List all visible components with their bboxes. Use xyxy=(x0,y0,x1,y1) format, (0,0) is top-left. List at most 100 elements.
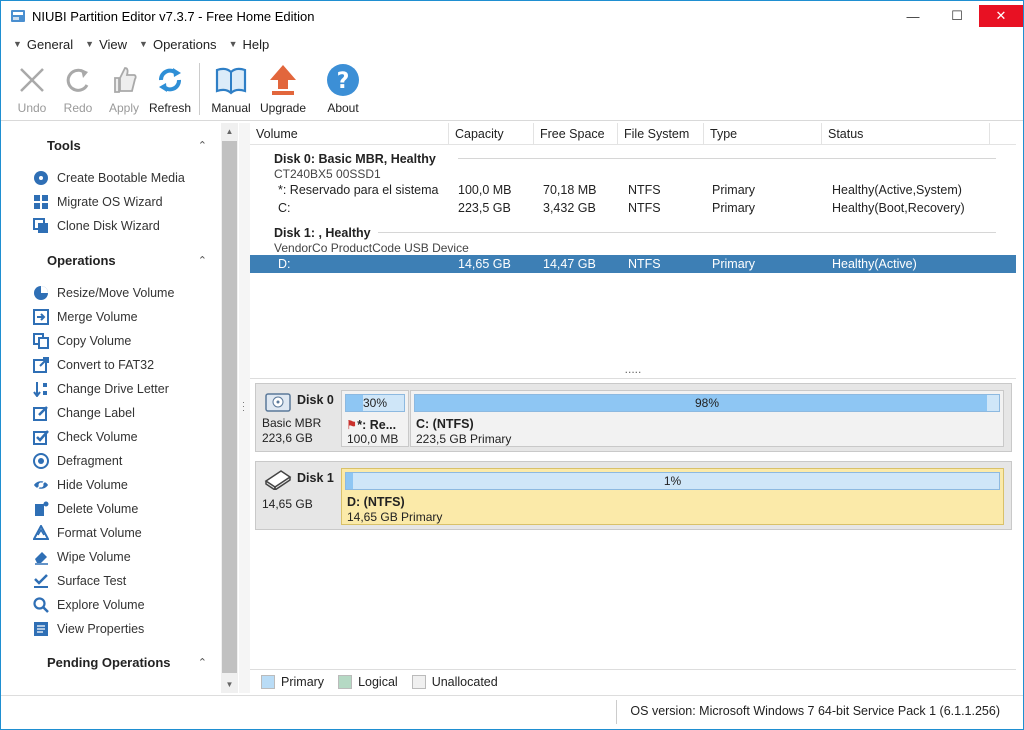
cell-type: Primary xyxy=(712,183,756,197)
table-row-selected[interactable]: D: 14,65 GB 14,47 GB NTFS Primary Health… xyxy=(250,255,1016,273)
copy-icon xyxy=(33,333,49,349)
sidebar-item-label: Create Bootable Media xyxy=(57,171,185,185)
resize-handle[interactable]: ..... xyxy=(250,363,1016,379)
cell-status: Healthy(Boot,Recovery) xyxy=(832,201,965,215)
disk-group-row[interactable]: Disk 1: , Healthy VendorCo ProductCode U… xyxy=(250,221,1016,255)
sidebar-item-change-label[interactable]: Change Label xyxy=(33,403,135,423)
scrollbar-thumb[interactable] xyxy=(222,141,237,673)
table-row[interactable]: *: Reservado para el sistema 100,0 MB 70… xyxy=(250,181,1016,199)
operations-section-header[interactable]: Operations ⌃ xyxy=(9,248,221,272)
column-volume[interactable]: Volume xyxy=(250,123,449,145)
sidebar-item-wipe-volume[interactable]: Wipe Volume xyxy=(33,547,131,567)
partition-size: 14,65 GB Primary xyxy=(347,510,443,524)
apply-button[interactable]: Apply xyxy=(101,57,147,115)
sidebar-item-label: Check Volume xyxy=(57,430,138,444)
sidebar-item-delete-volume[interactable]: Delete Volume xyxy=(33,499,138,519)
tools-section-header[interactable]: Tools ⌃ xyxy=(9,133,221,157)
sidebar-item-resize-move-volume[interactable]: Resize/Move Volume xyxy=(33,283,174,303)
pane-splitter[interactable]: · · · xyxy=(239,123,250,693)
sidebar-item-convert-to-fat32[interactable]: Convert to FAT32 xyxy=(33,355,154,375)
minimize-button[interactable]: — xyxy=(891,1,935,31)
sidebar-item-change-drive-letter[interactable]: Change Drive Letter xyxy=(33,379,169,399)
sidebar-item-label: Change Label xyxy=(57,406,135,420)
menu-general[interactable]: ▼ General xyxy=(13,37,73,52)
sidebar-item-merge-volume[interactable]: Merge Volume xyxy=(33,307,138,327)
properties-icon xyxy=(33,621,49,637)
menu-help[interactable]: ▼ Help xyxy=(229,37,270,52)
partition-size: 223,5 GB Primary xyxy=(416,432,512,446)
refresh-label: Refresh xyxy=(148,101,192,115)
usage-percent: 30% xyxy=(362,396,388,410)
about-button[interactable]: ? About xyxy=(320,57,366,115)
sidebar-item-format-volume[interactable]: Format Volume xyxy=(33,523,142,543)
disc-icon xyxy=(33,170,49,186)
column-type[interactable]: Type xyxy=(704,123,822,145)
book-icon xyxy=(213,62,249,98)
tools-header: Tools xyxy=(47,137,81,153)
menu-view[interactable]: ▼ View xyxy=(85,37,127,52)
partition-name-text: *: Re... xyxy=(357,418,397,432)
sidebar-item-check-volume[interactable]: Check Volume xyxy=(33,427,138,447)
surface-test-icon xyxy=(33,573,49,589)
cell-type: Primary xyxy=(712,257,756,271)
upgrade-button[interactable]: Upgrade xyxy=(254,57,312,115)
usage-bar: 1% xyxy=(345,472,1000,490)
column-status[interactable]: Status xyxy=(822,123,990,145)
sidebar-item-label: Change Drive Letter xyxy=(57,382,169,396)
table-row[interactable]: C: 223,5 GB 3,432 GB NTFS Primary Health… xyxy=(250,199,1016,217)
close-button[interactable]: ✕ xyxy=(979,5,1023,27)
sidebar-scrollbar[interactable]: ▲ ▼ xyxy=(221,123,238,693)
disk-card-0[interactable]: Disk 0 Basic MBR 223,6 GB 30% ⚑*: Re... … xyxy=(255,383,1012,452)
legend: Primary Logical Unallocated xyxy=(250,669,1016,693)
defrag-icon xyxy=(33,453,49,469)
app-icon xyxy=(11,10,25,22)
window-title: NIUBI Partition Editor v7.3.7 - Free Hom… xyxy=(32,8,315,24)
partition-block-d[interactable]: 1% D: (NTFS) 14,65 GB Primary xyxy=(341,468,1004,525)
partition-size: 100,0 MB xyxy=(347,432,399,446)
manual-button[interactable]: Manual xyxy=(208,57,254,115)
sort-icon xyxy=(33,381,49,397)
refresh-button[interactable]: Refresh xyxy=(147,57,193,115)
sidebar-item-surface-test[interactable]: Surface Test xyxy=(33,571,126,591)
column-free-space[interactable]: Free Space xyxy=(534,123,618,145)
scroll-up-icon[interactable]: ▲ xyxy=(221,123,238,140)
disk-group-row[interactable]: Disk 0: Basic MBR, Healthy CT240BX5 00SS… xyxy=(250,147,1016,181)
partition-name: D: (NTFS) xyxy=(347,495,405,509)
redo-button[interactable]: Redo xyxy=(55,57,101,115)
sidebar-item-hide-volume[interactable]: Hide Volume xyxy=(33,475,128,495)
maximize-button[interactable]: ☐ xyxy=(935,1,979,31)
column-file-system[interactable]: File System xyxy=(618,123,704,145)
sidebar-item-migrate-os-wizard[interactable]: Migrate OS Wizard xyxy=(33,192,163,212)
partition-name: ⚑*: Re... xyxy=(346,417,408,432)
sidebar-item-label: Migrate OS Wizard xyxy=(57,195,163,209)
sidebar-item-explore-volume[interactable]: Explore Volume xyxy=(33,595,145,615)
chevron-up-icon: ⌃ xyxy=(197,254,207,267)
upgrade-arrow-icon xyxy=(265,62,301,98)
cell-file-system: NTFS xyxy=(628,257,661,271)
search-icon xyxy=(33,597,49,613)
merge-icon xyxy=(33,309,49,325)
disk-size: 223,6 GB xyxy=(262,431,313,445)
chevron-down-icon: ▼ xyxy=(85,39,95,49)
disk-card-1[interactable]: Disk 1 14,65 GB 1% D: (NTFS) 14,65 GB Pr… xyxy=(255,461,1012,530)
cell-capacity: 14,65 GB xyxy=(458,257,511,271)
sidebar-item-label: Surface Test xyxy=(57,574,127,588)
menu-operations[interactable]: ▼ Operations xyxy=(139,37,217,52)
checkbox-icon xyxy=(33,429,49,445)
sidebar-item-label: Copy Volume xyxy=(57,334,132,348)
refresh-icon xyxy=(152,62,188,98)
undo-button[interactable]: Undo xyxy=(9,57,55,115)
sidebar-item-create-bootable-media[interactable]: Create Bootable Media xyxy=(33,168,185,188)
scroll-down-icon[interactable]: ▼ xyxy=(221,676,238,693)
sidebar-item-copy-volume[interactable]: Copy Volume xyxy=(33,331,131,351)
sidebar-item-label: Delete Volume xyxy=(57,502,139,516)
sidebar-item-clone-disk-wizard[interactable]: Clone Disk Wizard xyxy=(33,216,160,236)
partition-block-reserved[interactable]: 30% ⚑*: Re... 100,0 MB xyxy=(341,390,409,447)
column-capacity[interactable]: Capacity xyxy=(449,123,534,145)
format-icon xyxy=(33,525,49,541)
pending-operations-header[interactable]: Pending Operations ⌃ xyxy=(9,650,221,674)
disk-type: Basic MBR xyxy=(262,416,322,430)
sidebar-item-defragment[interactable]: Defragment xyxy=(33,451,122,471)
sidebar-item-view-properties[interactable]: View Properties xyxy=(33,619,144,639)
partition-block-c[interactable]: 98% C: (NTFS) 223,5 GB Primary xyxy=(410,390,1004,447)
